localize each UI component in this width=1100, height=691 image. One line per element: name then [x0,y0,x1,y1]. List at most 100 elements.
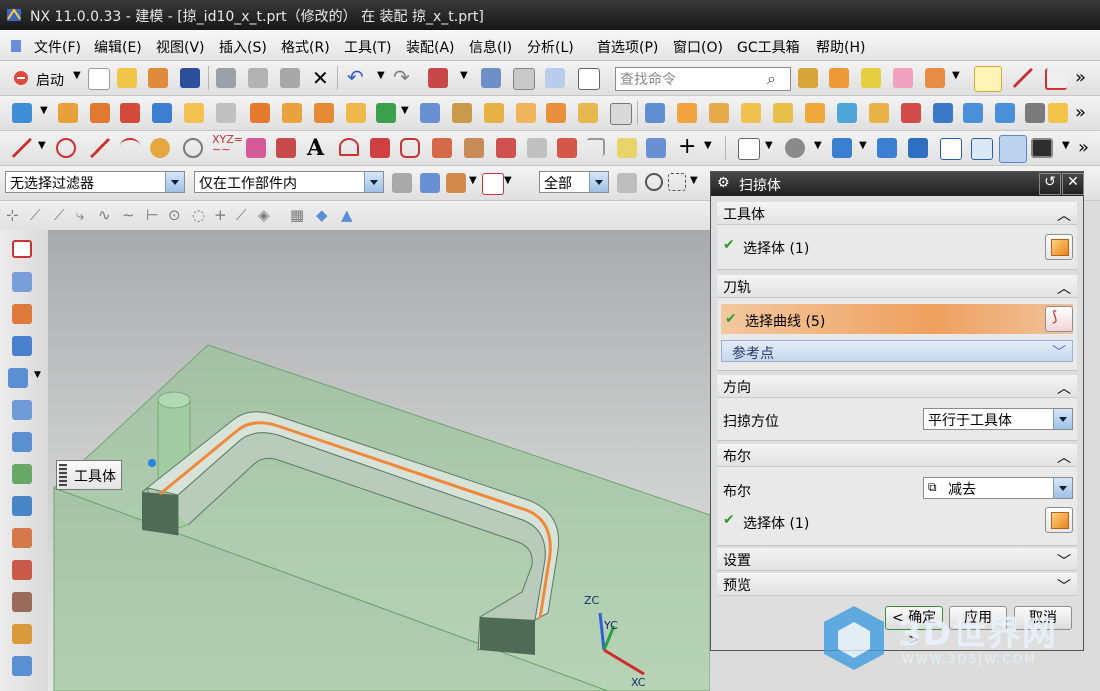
chevron-down-icon[interactable] [1053,478,1072,498]
background-dropdown-icon[interactable]: ▼ [1062,140,1070,151]
more-features-icon[interactable]: » [1075,102,1086,123]
trim-sheet-icon[interactable] [12,560,32,580]
orientation-select[interactable]: 平行于工具体 [923,408,1073,430]
channel-end-right[interactable] [480,617,535,655]
unite-icon[interactable] [282,103,302,123]
chevron-up-icon[interactable]: ︿ [1057,378,1073,397]
constraint-dropdown-icon[interactable]: ▼ [952,70,960,81]
chevron-down-icon[interactable] [1053,409,1072,429]
close-icon[interactable]: ✕ [1062,173,1084,195]
snap-point-icon[interactable] [482,173,504,195]
orient-dropdown-icon[interactable]: ▼ [814,140,822,151]
more-tools-icon[interactable]: » [1075,67,1086,88]
shell-icon[interactable] [452,103,472,123]
path-section-header[interactable]: 刀轨 ︿ [717,275,1077,298]
static-wireframe-icon[interactable] [908,138,928,158]
information-window-icon[interactable] [545,68,565,88]
trim-dropdown-icon[interactable]: ▼ [401,105,409,116]
spline-icon[interactable] [246,138,266,158]
wedge-icon[interactable] [709,103,729,123]
start-dropdown-icon[interactable]: ▼ [73,70,81,81]
shaded-with-edges-icon[interactable] [832,138,852,158]
snap-control-icon[interactable]: ⤷ [76,206,84,224]
trim-curve-icon[interactable] [587,138,605,156]
extract-curve-icon[interactable] [527,138,547,158]
boolean-select[interactable]: ⧉ 减去 [923,477,1073,499]
part-navigator-icon[interactable] [893,68,913,88]
select-curve-button[interactable]: ⟆ [1045,306,1073,332]
select-bodies-icon[interactable] [446,173,466,193]
undo-icon[interactable]: ↶ [347,65,364,89]
apply-button[interactable]: 应用 [949,606,1007,630]
menu-gc-toolbox[interactable]: GC工具箱 [737,37,800,57]
tool-cylinder-top[interactable] [157,391,191,409]
intersection-curve-icon[interactable] [464,138,484,158]
select-point-icon[interactable] [645,173,663,191]
cut-icon[interactable] [216,68,236,88]
extension-icon[interactable] [12,496,32,516]
box-icon[interactable] [677,103,697,123]
pad-icon[interactable] [741,103,761,123]
chevron-down-icon[interactable]: ﹀ [1052,342,1066,362]
composite-curve-icon[interactable] [400,138,420,158]
reset-icon[interactable]: ↺ [1039,173,1061,195]
gear-icon[interactable]: ⚙ [717,175,730,191]
fit-dropdown-icon[interactable]: ▼ [765,140,773,151]
replace-face-icon[interactable] [610,103,632,125]
boolean-section-header[interactable]: 布尔 ︿ [717,444,1077,467]
n-sided-surface-icon[interactable] [12,432,32,452]
join-curve-icon[interactable] [646,138,666,158]
chevron-down-icon[interactable]: ﹀ [1057,551,1073,570]
sweep-dropdown-icon[interactable]: ▼ [34,370,41,380]
menu-edit[interactable]: 编辑(E) [94,37,142,57]
styled-sweep-icon[interactable] [869,103,889,123]
sketch-icon[interactable] [12,240,32,258]
tool-select-label[interactable]: 选择体 (1) [743,238,809,258]
subtract-icon[interactable] [314,103,334,123]
snap-color-icon[interactable]: ◆ [316,206,328,224]
snap-tangent-icon[interactable]: ⊢ [146,206,159,224]
curve-analysis-icon[interactable] [861,68,881,88]
point-icon[interactable] [56,138,76,158]
fit-view-icon[interactable] [738,138,760,160]
ruled-surface-icon[interactable] [12,304,32,324]
snap-point-on-surface-icon[interactable]: ⟋ [236,206,247,224]
menu-info[interactable]: 信息(I) [469,37,512,57]
snap-arc-center-icon[interactable]: ⊙ [168,206,181,224]
open-recent-icon[interactable] [148,68,168,88]
menu-window[interactable]: 窗口(O) [673,37,723,57]
start-icon[interactable] [12,69,30,87]
offset-face-icon[interactable] [578,103,598,123]
patch-icon[interactable] [12,464,32,484]
touch-mode-icon[interactable] [481,68,501,88]
menu-help[interactable]: 帮助(H) [816,37,865,57]
snap-curve-icon[interactable]: ∼ [122,206,135,224]
snap-endpoint-icon[interactable]: ⟋ [30,206,41,224]
hidden-wireframe-icon[interactable] [940,138,962,160]
line-dropdown-icon[interactable]: ▼ [38,140,46,151]
cone-icon[interactable] [995,103,1015,123]
select-body-button[interactable] [1045,234,1073,260]
datum-csys-icon[interactable] [1045,68,1067,90]
trim-body-icon[interactable] [376,103,396,123]
copy-icon[interactable] [248,68,268,88]
upgrade-selection-icon[interactable] [617,173,637,193]
project-curve-icon[interactable] [432,138,452,158]
menu-preferences[interactable]: 首选项(P) [597,37,658,57]
edge-blend-icon[interactable] [516,103,536,123]
line-2-icon[interactable] [90,138,110,158]
divide-curve-icon[interactable] [557,138,577,158]
intersect-icon[interactable] [346,103,366,123]
studio-spline-icon[interactable] [276,138,296,158]
point-dropdown-icon[interactable]: ▼ [704,140,712,151]
offset-surface-icon[interactable] [12,528,32,548]
warning-icon[interactable] [1048,103,1068,123]
shaded-icon[interactable] [877,138,897,158]
mirror-icon[interactable] [420,103,440,123]
ok-button[interactable]: < 确定 > [885,606,943,648]
cylinder-dropdown-icon[interactable]: ▼ [40,105,48,116]
snap-intersection-icon[interactable]: ∿ [98,206,111,224]
menu-analysis[interactable]: 分析(L) [527,37,574,57]
select-features-icon[interactable] [420,173,440,193]
curve-selection-row[interactable]: ✔ 选择曲线 (5) ⟆ [721,304,1073,334]
